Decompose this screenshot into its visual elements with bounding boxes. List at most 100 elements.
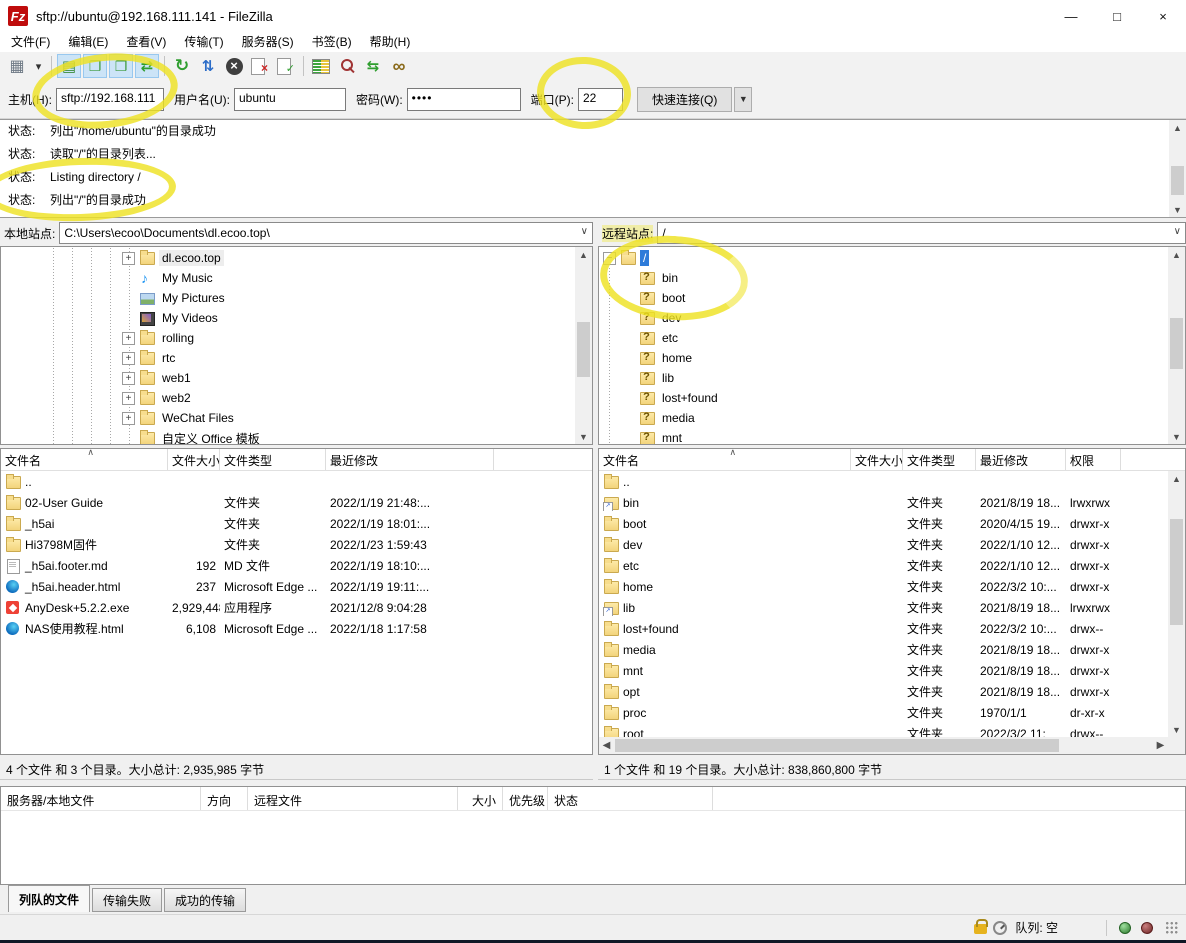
password-input[interactable]: •••• [407, 88, 521, 111]
disconnect-icon[interactable] [248, 54, 272, 78]
menu-item[interactable]: 文件(F) [2, 32, 59, 52]
column-header[interactable]: 文件类型 [903, 449, 976, 470]
local-tree-item[interactable]: 自定义 Office 模板 [1, 428, 575, 445]
remote-tree-item[interactable]: lib [599, 368, 1168, 388]
remote-file-row[interactable]: boot 文件夹 2020/4/15 19... drwxr-x [599, 513, 1168, 534]
menu-item[interactable]: 书签(B) [303, 32, 361, 52]
scroll-down-icon[interactable]: ▼ [1169, 202, 1186, 217]
queue-column-header[interactable]: 优先级 [503, 787, 548, 810]
toggle-remote-tree-icon[interactable] [109, 54, 133, 78]
remote-file-row[interactable]: lib 文件夹 2021/8/19 18... lrwxrwx [599, 597, 1168, 618]
maximize-button[interactable]: □ [1094, 0, 1140, 32]
local-tree-item[interactable]: + WeChat Files [1, 408, 575, 428]
local-file-row[interactable]: AnyDesk+5.2.2.exe 2,929,448 应用程序 2021/12… [1, 597, 592, 618]
local-file-row[interactable]: _h5ai.footer.md 192 MD 文件 2022/1/19 18:1… [1, 555, 592, 576]
chevron-down-icon[interactable]: ∨ [581, 226, 588, 237]
scroll-thumb[interactable] [615, 739, 1059, 752]
toggle-message-log-icon[interactable] [57, 54, 81, 78]
remote-file-row[interactable]: lost+found 文件夹 2022/3/2 10:... drwx-- [599, 618, 1168, 639]
scroll-thumb[interactable] [577, 322, 590, 377]
tree-expander[interactable] [122, 312, 135, 325]
remote-tree-root[interactable]: − / [599, 248, 1168, 268]
host-input[interactable]: sftp://192.168.111 [56, 88, 164, 111]
remote-tree-item[interactable]: lost+found [599, 388, 1168, 408]
column-header[interactable]: 最近修改 [976, 449, 1066, 470]
process-queue-icon[interactable] [196, 54, 220, 78]
remote-files-scrollbar[interactable]: ▲ ▼ [1168, 471, 1185, 737]
local-tree-item[interactable]: My Videos [1, 308, 575, 328]
log-scrollbar[interactable]: ▲ ▼ [1169, 120, 1186, 217]
column-header[interactable]: 最近修改 [326, 449, 494, 470]
scroll-thumb[interactable] [1170, 519, 1183, 625]
remote-tree-item[interactable]: home [599, 348, 1168, 368]
remote-file-row[interactable]: root 文件夹 2022/3/2 11: drwx-- [599, 723, 1168, 737]
remote-tree-item[interactable]: boot [599, 288, 1168, 308]
queue-column-header[interactable]: 方向 [201, 787, 248, 810]
quickconnect-dropdown-icon[interactable]: ▼ [734, 87, 752, 112]
close-button[interactable]: × [1140, 0, 1186, 32]
column-header[interactable]: 权限 [1066, 449, 1121, 470]
local-file-row[interactable]: 02-User Guide 文件夹 2022/1/19 21:48:... [1, 492, 592, 513]
port-input[interactable]: 22 [578, 88, 623, 111]
tree-expander[interactable] [122, 272, 135, 285]
tree-expander[interactable]: + [122, 392, 135, 405]
scroll-up-icon[interactable]: ▲ [1169, 120, 1186, 135]
lock-icon[interactable] [974, 924, 987, 934]
tree-expander[interactable]: + [122, 412, 135, 425]
remote-site-combo[interactable]: / ∨ [657, 222, 1186, 244]
tree-expander[interactable]: − [603, 252, 616, 265]
local-tree-item[interactable]: + rtc [1, 348, 575, 368]
remote-tree-item[interactable]: mnt [599, 428, 1168, 445]
tree-expander[interactable] [122, 432, 135, 445]
remote-file-row[interactable]: dev 文件夹 2022/1/10 12... drwxr-x [599, 534, 1168, 555]
remote-tree-item[interactable]: media [599, 408, 1168, 428]
synchronized-browsing-icon[interactable] [361, 54, 385, 78]
local-site-combo[interactable]: C:\Users\ecoo\Documents\dl.ecoo.top\ ∨ [59, 222, 593, 244]
remote-file-row[interactable]: media 文件夹 2021/8/19 18... drwxr-x [599, 639, 1168, 660]
tree-expander[interactable]: + [122, 332, 135, 345]
menu-item[interactable]: 查看(V) [117, 32, 175, 52]
remote-tree-item[interactable]: etc [599, 328, 1168, 348]
remote-file-row[interactable]: proc 文件夹 1970/1/1 dr-xr-x [599, 702, 1168, 723]
toggle-local-tree-icon[interactable] [83, 54, 107, 78]
column-header[interactable]: 文件名 [1, 449, 168, 470]
tree-expander[interactable]: + [122, 372, 135, 385]
local-file-row[interactable]: .. [1, 471, 592, 492]
queue-column-header[interactable]: 服务器/本地文件 [1, 787, 201, 810]
scroll-down-icon[interactable]: ▼ [1168, 722, 1185, 737]
queue-tab[interactable]: 成功的传输 [164, 888, 246, 912]
tree-expander[interactable]: + [122, 352, 135, 365]
scroll-thumb[interactable] [1171, 166, 1184, 195]
scroll-left-icon[interactable]: ◀ [599, 737, 614, 754]
remote-file-row[interactable]: bin 文件夹 2021/8/19 18... lrwxrwx [599, 492, 1168, 513]
cancel-icon[interactable] [222, 54, 246, 78]
column-header[interactable]: 文件大小 [168, 449, 220, 470]
reconnect-icon[interactable] [274, 54, 298, 78]
scroll-right-icon[interactable]: ▶ [1153, 737, 1168, 754]
queue-column-header[interactable]: 远程文件 [248, 787, 458, 810]
column-header[interactable]: 文件类型 [220, 449, 326, 470]
site-manager-icon[interactable] [5, 54, 29, 78]
menu-item[interactable]: 编辑(E) [59, 32, 117, 52]
local-file-row[interactable]: Hi3798M固件 文件夹 2022/1/23 1:59:43 [1, 534, 592, 555]
quickconnect-button[interactable]: 快速连接(Q) [637, 87, 732, 112]
filename-filters-icon[interactable] [387, 54, 411, 78]
username-input[interactable]: ubuntu [234, 88, 346, 111]
local-file-row[interactable]: _h5ai.header.html 237 Microsoft Edge ...… [1, 576, 592, 597]
scroll-up-icon[interactable]: ▲ [1168, 471, 1185, 486]
menu-item[interactable]: 传输(T) [175, 32, 232, 52]
tree-expander[interactable]: + [122, 252, 135, 265]
remote-tree-scrollbar[interactable]: ▲ ▼ [1168, 247, 1185, 444]
queue-column-header[interactable]: 状态 [548, 787, 713, 810]
toggle-transfer-queue-icon[interactable] [135, 54, 159, 78]
queue-tab[interactable]: 列队的文件 [8, 885, 90, 912]
menu-item[interactable]: 帮助(H) [361, 32, 420, 52]
scroll-up-icon[interactable]: ▲ [1168, 247, 1185, 262]
tree-expander[interactable] [122, 292, 135, 305]
remote-tree-item[interactable]: dev [599, 308, 1168, 328]
local-tree-item[interactable]: My Pictures [1, 288, 575, 308]
scroll-down-icon[interactable]: ▼ [575, 429, 592, 444]
remote-file-row[interactable]: .. [599, 471, 1168, 492]
local-tree-item[interactable]: My Music [1, 268, 575, 288]
remote-file-row[interactable]: opt 文件夹 2021/8/19 18... drwxr-x [599, 681, 1168, 702]
